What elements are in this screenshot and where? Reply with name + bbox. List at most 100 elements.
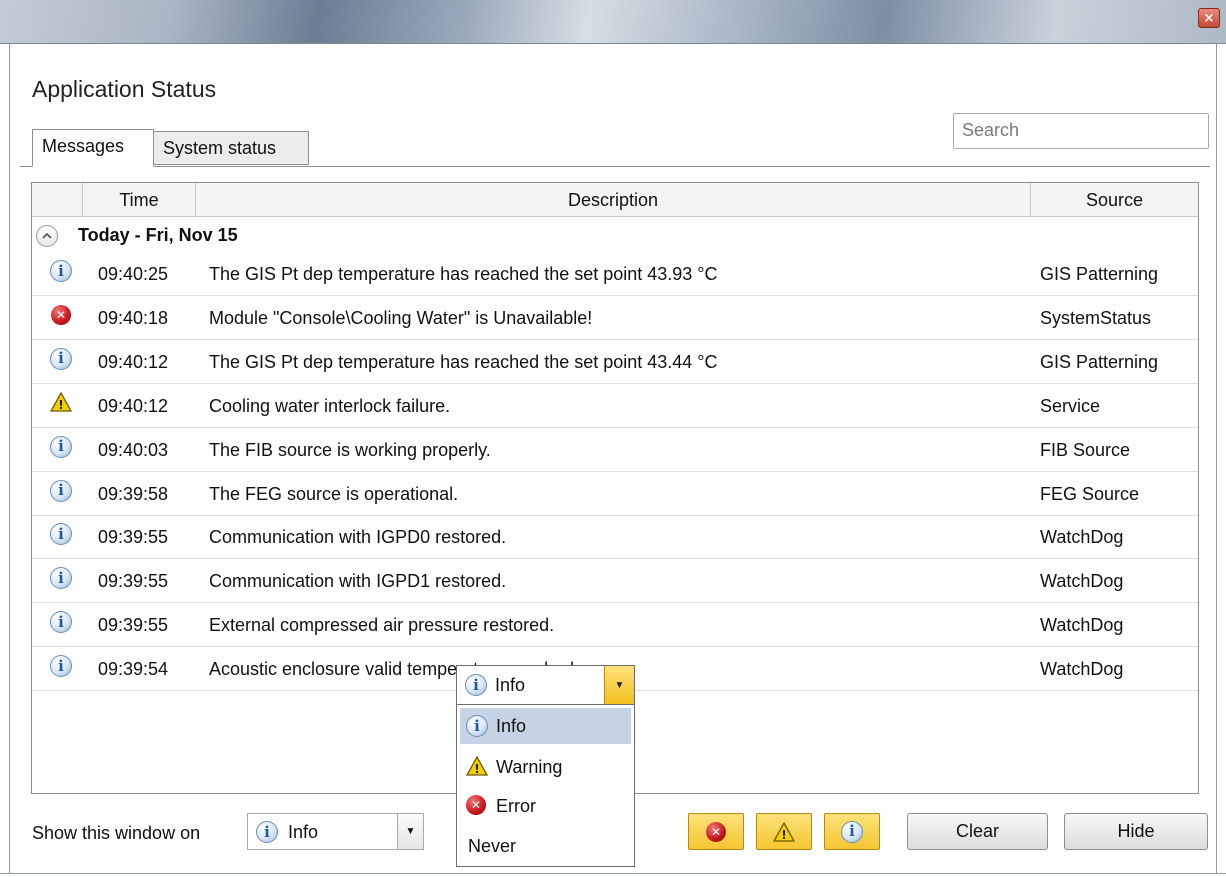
column-header-level[interactable] bbox=[32, 183, 83, 217]
info-icon: i bbox=[50, 611, 72, 634]
filter-error-button[interactable]: ✕ bbox=[688, 813, 744, 850]
table-row[interactable]: i 09:40:03 The FIB source is working prope… bbox=[32, 429, 1198, 472]
svg-text:!: ! bbox=[58, 398, 63, 412]
show-window-value: Info bbox=[288, 822, 319, 842]
row-description: The GIS Pt dep temperature has reached t… bbox=[209, 351, 718, 372]
row-source: WatchDog bbox=[1040, 615, 1124, 636]
window-frame-bottom bbox=[0, 873, 1226, 877]
info-icon: i bbox=[50, 567, 72, 590]
row-source: GIS Patterning bbox=[1040, 264, 1159, 284]
show-window-select[interactable]: i Info ▼ bbox=[247, 813, 424, 850]
info-icon: i bbox=[50, 435, 72, 458]
error-icon: ✕ bbox=[50, 304, 72, 326]
error-icon: ✕ bbox=[466, 795, 486, 815]
table-row[interactable]: ! 09:40:12 Cooling water interlock failure… bbox=[32, 385, 1198, 428]
level-dropdown-value: Info bbox=[495, 675, 526, 695]
column-header-description[interactable]: Description bbox=[196, 183, 1031, 217]
info-icon: i bbox=[50, 479, 72, 502]
row-source: WatchDog bbox=[1040, 571, 1124, 592]
info-icon: i bbox=[256, 821, 278, 843]
filter-info-button[interactable]: i bbox=[824, 813, 880, 850]
search-input[interactable]: Search bbox=[953, 113, 1209, 149]
group-label: Today - Fri, Nov 15 bbox=[78, 225, 238, 245]
dropdown-option-warning[interactable]: ! Warning bbox=[460, 749, 631, 785]
row-source: GIS Patterning bbox=[1040, 351, 1159, 372]
close-icon[interactable]: × bbox=[1198, 8, 1220, 28]
row-description: Communication with IGPD1 restored. bbox=[209, 571, 507, 592]
page-title: Application Status bbox=[32, 76, 217, 102]
row-time: 09:40:03 bbox=[98, 439, 169, 460]
table-row[interactable]: i 09:39:55 Communication with IGPD0 restor… bbox=[32, 516, 1198, 560]
tab-system-status[interactable]: System status bbox=[153, 131, 309, 165]
row-time: 09:40:18 bbox=[98, 307, 169, 328]
info-icon: i bbox=[50, 347, 72, 370]
warning-icon: ! bbox=[50, 391, 72, 414]
dropdown-option-info[interactable]: i Info bbox=[460, 708, 631, 744]
info-icon: i bbox=[50, 260, 72, 282]
window-titlebar[interactable]: × bbox=[0, 0, 1226, 44]
table-row[interactable]: i 09:39:55 External compressed air pressur… bbox=[32, 604, 1198, 648]
window-frame-right bbox=[1216, 44, 1226, 877]
info-icon: i bbox=[50, 523, 72, 546]
svg-text:!: ! bbox=[474, 762, 479, 776]
info-icon: i bbox=[50, 655, 72, 678]
row-source: SystemStatus bbox=[1040, 307, 1152, 328]
info-icon: i bbox=[466, 715, 488, 737]
info-icon: i bbox=[50, 347, 72, 370]
row-description: The FEG source is operational. bbox=[209, 483, 459, 504]
row-time: 09:39:55 bbox=[98, 527, 169, 548]
chevron-down-icon[interactable]: ▼ bbox=[604, 666, 634, 704]
table-row[interactable]: i 09:40:12 The GIS Pt dep temperature has … bbox=[32, 341, 1198, 384]
tab-messages[interactable]: Messages bbox=[32, 129, 154, 167]
collapse-group-icon[interactable] bbox=[36, 225, 58, 247]
chevron-down-icon[interactable]: ▼ bbox=[397, 814, 423, 849]
row-description: The GIS Pt dep temperature has reached t… bbox=[209, 264, 718, 284]
row-time: 09:40:25 bbox=[98, 264, 169, 284]
row-description: The FIB source is working properly. bbox=[209, 439, 491, 460]
warning-icon: ! bbox=[466, 756, 488, 776]
row-source: FEG Source bbox=[1040, 483, 1140, 504]
table-header: Time Description Source bbox=[32, 183, 1198, 217]
error-icon: ✕ bbox=[51, 304, 71, 325]
clear-button[interactable]: Clear bbox=[907, 813, 1048, 850]
info-icon: i bbox=[465, 674, 487, 696]
filter-warning-button[interactable]: ! bbox=[756, 813, 812, 850]
dropdown-option-label: Never bbox=[468, 836, 517, 856]
table-row[interactable]: i 09:39:58 The FEG source is operational. F… bbox=[32, 473, 1198, 516]
row-time: 09:39:55 bbox=[98, 571, 169, 592]
row-time: 09:40:12 bbox=[98, 395, 169, 416]
row-time: 09:40:12 bbox=[98, 351, 169, 372]
row-source: WatchDog bbox=[1040, 527, 1124, 548]
group-header: Today - Fri, Nov 15 bbox=[32, 219, 1198, 251]
tab-divider bbox=[20, 166, 1210, 167]
warning-icon: ! bbox=[773, 821, 795, 842]
hide-button[interactable]: Hide bbox=[1064, 813, 1208, 850]
column-header-source[interactable]: Source bbox=[1031, 183, 1198, 217]
info-icon: i bbox=[50, 435, 72, 458]
table-row[interactable]: i 09:40:25 The GIS Pt dep temperature has … bbox=[32, 253, 1198, 296]
error-icon: ✕ bbox=[706, 821, 726, 842]
row-description: Cooling water interlock failure. bbox=[209, 395, 451, 416]
window-frame-left bbox=[0, 44, 10, 877]
table-row[interactable]: i 09:39:55 Communication with IGPD1 restor… bbox=[32, 560, 1198, 604]
level-dropdown[interactable]: i Info ▼ bbox=[456, 665, 635, 705]
info-icon: i bbox=[50, 479, 72, 502]
dropdown-option-error[interactable]: ✕ Error bbox=[460, 788, 631, 824]
info-icon: i bbox=[50, 655, 72, 678]
show-window-label: Show this window on bbox=[32, 823, 201, 843]
dropdown-option-label: Warning bbox=[496, 757, 563, 777]
level-dropdown-list: i Info ! Warning ✕ Error Never bbox=[456, 704, 635, 867]
table-row[interactable]: ✕ 09:40:18 Module "Console\Cooling Water" … bbox=[32, 297, 1198, 340]
dropdown-option-never[interactable]: Never bbox=[460, 828, 631, 864]
info-icon: i bbox=[50, 611, 72, 634]
dropdown-option-label: Info bbox=[496, 716, 527, 736]
info-icon: i bbox=[50, 567, 72, 590]
row-time: 09:39:55 bbox=[98, 615, 169, 636]
row-description: External compressed air pressure restore… bbox=[209, 615, 555, 636]
column-header-time[interactable]: Time bbox=[83, 183, 196, 217]
svg-text:!: ! bbox=[781, 828, 786, 842]
row-source: WatchDog bbox=[1040, 659, 1124, 680]
warning-icon: ! bbox=[50, 391, 72, 412]
info-icon: i bbox=[50, 523, 72, 546]
row-source: Service bbox=[1040, 395, 1101, 416]
